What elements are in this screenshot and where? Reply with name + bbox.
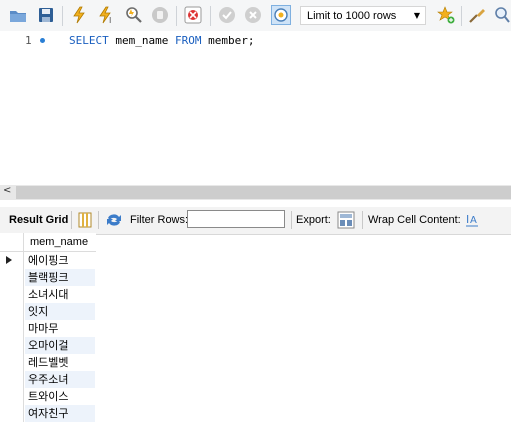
table-cell[interactable]: 트와이스 <box>25 388 95 405</box>
rollback-icon[interactable] <box>243 5 263 25</box>
sql-keyword-select: SELECT <box>69 34 109 47</box>
open-folder-icon[interactable] <box>8 5 28 25</box>
table-cell[interactable]: 블랙핑크 <box>25 269 95 286</box>
table-cell[interactable]: 레드벨벳 <box>25 354 95 371</box>
table-row[interactable]: 에이핑크 <box>0 252 96 269</box>
chevron-down-icon: ▼ <box>413 11 420 20</box>
beautify-icon[interactable] <box>467 5 487 25</box>
toolbar-separator <box>461 6 462 26</box>
table-row[interactable]: 우주소녀 <box>0 371 96 388</box>
grid-view-icon[interactable] <box>78 212 92 231</box>
row-indicator <box>0 303 24 320</box>
filter-rows-label: Filter Rows: <box>130 214 189 226</box>
commit-icon[interactable] <box>217 5 237 25</box>
query-toolbar: I Limit to 1000 rows ▼ <box>0 0 511 32</box>
row-indicator <box>0 405 24 422</box>
export-label: Export: <box>296 214 331 226</box>
autocommit-icon[interactable] <box>271 5 291 25</box>
table-cell[interactable]: 마마무 <box>25 320 95 337</box>
refresh-icon[interactable] <box>105 212 123 231</box>
row-header-corner <box>0 233 24 251</box>
sql-table: member; <box>201 34 255 47</box>
table-cell[interactable]: 에이핑크 <box>25 252 95 269</box>
row-indicator <box>0 286 24 303</box>
editor-horizontal-scrollbar[interactable]: < <box>0 185 511 200</box>
scrollbar-thumb[interactable] <box>16 186 511 199</box>
table-cell[interactable]: 잇지 <box>25 303 95 320</box>
column-header-label: mem_name <box>30 236 89 248</box>
table-cell[interactable]: 오마이걸 <box>25 337 95 354</box>
limit-rows-value: Limit to 1000 rows <box>307 10 397 22</box>
svg-text:I: I <box>109 16 111 24</box>
sql-statement[interactable]: SELECT mem_name FROM member; <box>69 34 254 47</box>
row-indicator <box>0 337 24 354</box>
explain-icon[interactable] <box>124 5 144 25</box>
table-row[interactable]: 잇지 <box>0 303 96 320</box>
toolbar-separator <box>62 6 63 26</box>
table-row[interactable]: 여자친구 <box>0 405 96 422</box>
statement-marker-icon <box>40 38 45 43</box>
wrap-cell-content-label: Wrap Cell Content: <box>368 214 461 226</box>
execute-icon[interactable] <box>69 5 89 25</box>
current-row-arrow-icon <box>6 256 12 264</box>
stop-icon[interactable] <box>150 5 170 25</box>
table-row[interactable]: 블랙핑크 <box>0 269 96 286</box>
save-icon[interactable] <box>36 5 56 25</box>
result-grid-tab[interactable]: Result Grid <box>9 214 68 226</box>
sql-column: mem_name <box>108 34 175 47</box>
table-cell[interactable]: 우주소녀 <box>25 371 95 388</box>
wrap-text-icon[interactable]: IA <box>465 212 479 231</box>
filter-rows-input[interactable] <box>187 210 285 228</box>
execute-current-icon[interactable]: I <box>97 5 117 25</box>
limit-rows-select[interactable]: Limit to 1000 rows ▼ <box>300 6 426 25</box>
toolbar-separator <box>210 6 211 26</box>
toolbar-separator <box>291 211 292 229</box>
row-indicator <box>0 252 24 269</box>
svg-text:A: A <box>470 215 477 226</box>
result-toolbar: Result Grid Filter Rows: Export: Wrap Ce… <box>0 207 511 235</box>
table-cell[interactable]: 소녀시대 <box>25 286 95 303</box>
row-indicator <box>0 269 24 286</box>
export-icon[interactable] <box>337 211 355 232</box>
svg-text:I: I <box>466 213 469 226</box>
sql-editor[interactable]: 1 SELECT mem_name FROM member; <box>0 31 511 185</box>
toolbar-separator <box>362 211 363 229</box>
table-row[interactable]: 레드벨벳 <box>0 354 96 371</box>
table-row[interactable]: 오마이걸 <box>0 337 96 354</box>
row-indicator <box>0 388 24 405</box>
toggle-error-icon[interactable] <box>183 5 203 25</box>
table-row[interactable]: 소녀시대 <box>0 286 96 303</box>
row-indicator <box>0 354 24 371</box>
row-indicator <box>0 371 24 388</box>
row-indicator <box>0 320 24 337</box>
table-cell[interactable]: 여자친구 <box>25 405 95 422</box>
scroll-left-icon[interactable]: < <box>3 185 11 196</box>
search-icon[interactable] <box>492 5 511 25</box>
toolbar-separator <box>98 211 99 229</box>
table-row[interactable]: 마마무 <box>0 320 96 337</box>
toolbar-separator <box>176 6 177 26</box>
table-row[interactable]: 트와이스 <box>0 388 96 405</box>
line-number: 1 <box>25 34 32 47</box>
column-header-mem-name[interactable]: mem_name <box>0 233 96 252</box>
toolbar-separator <box>71 211 72 229</box>
sql-keyword-from: FROM <box>174 34 202 47</box>
bookmark-star-icon[interactable] <box>436 5 456 25</box>
